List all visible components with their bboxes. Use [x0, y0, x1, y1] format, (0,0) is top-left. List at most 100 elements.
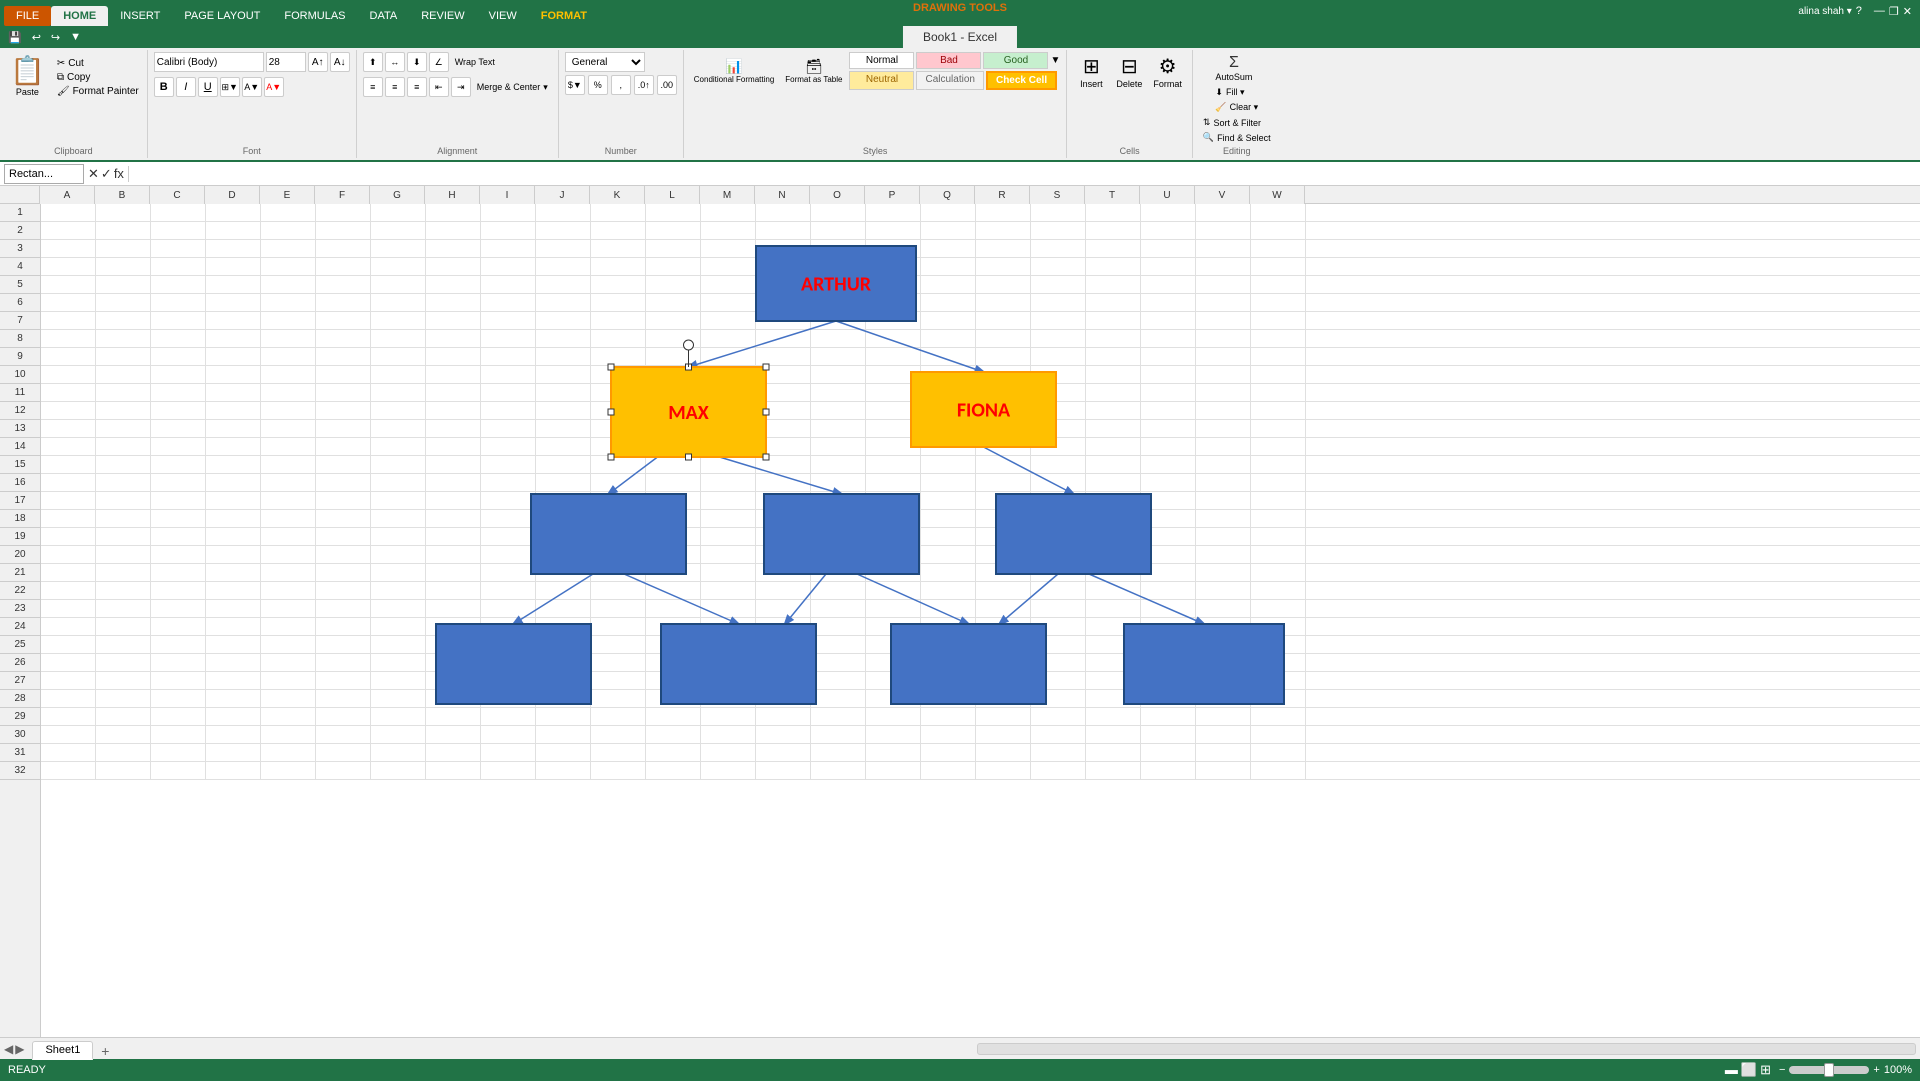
- cell-T30[interactable]: [1086, 726, 1141, 744]
- cell-E24[interactable]: [261, 618, 316, 636]
- cell-Q18[interactable]: [921, 510, 976, 528]
- cell-N32[interactable]: [756, 762, 811, 780]
- cell-D3[interactable]: [206, 240, 261, 258]
- cell-W27[interactable]: [1251, 672, 1306, 690]
- cell-D6[interactable]: [206, 294, 261, 312]
- cell-N13[interactable]: [756, 420, 811, 438]
- cell-R19[interactable]: [976, 528, 1031, 546]
- cell-O23[interactable]: [811, 600, 866, 618]
- cell-S28[interactable]: [1031, 690, 1086, 708]
- cell-G15[interactable]: [371, 456, 426, 474]
- cell-P30[interactable]: [866, 726, 921, 744]
- cell-T2[interactable]: [1086, 222, 1141, 240]
- cell-E30[interactable]: [261, 726, 316, 744]
- cell-R12[interactable]: [976, 402, 1031, 420]
- cell-M10[interactable]: [701, 366, 756, 384]
- save-btn[interactable]: 💾: [4, 29, 26, 46]
- cell-T31[interactable]: [1086, 744, 1141, 762]
- cell-C18[interactable]: [151, 510, 206, 528]
- cell-P11[interactable]: [866, 384, 921, 402]
- cell-A2[interactable]: [41, 222, 96, 240]
- cell-M32[interactable]: [701, 762, 756, 780]
- cell-F17[interactable]: [316, 492, 371, 510]
- cell-I9[interactable]: [481, 348, 536, 366]
- cell-T29[interactable]: [1086, 708, 1141, 726]
- merge-center-button[interactable]: Merge & Center ▾: [473, 81, 552, 94]
- cell-Q28[interactable]: [921, 690, 976, 708]
- close-btn[interactable]: ✕: [1903, 5, 1912, 18]
- normal-view-btn[interactable]: ▬: [1725, 1062, 1738, 1078]
- cell-C16[interactable]: [151, 474, 206, 492]
- cell-R15[interactable]: [976, 456, 1031, 474]
- cell-W18[interactable]: [1251, 510, 1306, 528]
- cell-T23[interactable]: [1086, 600, 1141, 618]
- cell-A30[interactable]: [41, 726, 96, 744]
- cell-K5[interactable]: [591, 276, 646, 294]
- cell-A28[interactable]: [41, 690, 96, 708]
- cell-V9[interactable]: [1196, 348, 1251, 366]
- cell-M26[interactable]: [701, 654, 756, 672]
- cell-E31[interactable]: [261, 744, 316, 762]
- col-header-N[interactable]: N: [755, 186, 810, 204]
- cell-U2[interactable]: [1141, 222, 1196, 240]
- cell-O12[interactable]: [811, 402, 866, 420]
- cell-E22[interactable]: [261, 582, 316, 600]
- name-box-input[interactable]: [4, 164, 84, 184]
- cell-J1[interactable]: [536, 204, 591, 222]
- cell-C27[interactable]: [151, 672, 206, 690]
- cell-C24[interactable]: [151, 618, 206, 636]
- cell-V20[interactable]: [1196, 546, 1251, 564]
- cell-W9[interactable]: [1251, 348, 1306, 366]
- cell-H13[interactable]: [426, 420, 481, 438]
- cell-H15[interactable]: [426, 456, 481, 474]
- cell-M27[interactable]: [701, 672, 756, 690]
- cell-Q21[interactable]: [921, 564, 976, 582]
- cell-T24[interactable]: [1086, 618, 1141, 636]
- clear-button[interactable]: 🧹 Clear ▾: [1211, 101, 1262, 114]
- cell-M6[interactable]: [701, 294, 756, 312]
- style-neutral[interactable]: Neutral: [849, 71, 914, 90]
- cell-C15[interactable]: [151, 456, 206, 474]
- horizontal-scrollbar[interactable]: [977, 1043, 1916, 1055]
- cell-H27[interactable]: [426, 672, 481, 690]
- cell-E21[interactable]: [261, 564, 316, 582]
- cell-A14[interactable]: [41, 438, 96, 456]
- cell-L13[interactable]: [646, 420, 701, 438]
- cell-U20[interactable]: [1141, 546, 1196, 564]
- cell-G6[interactable]: [371, 294, 426, 312]
- row-header-32[interactable]: 32: [0, 762, 40, 780]
- cell-M17[interactable]: [701, 492, 756, 510]
- cell-H22[interactable]: [426, 582, 481, 600]
- cell-P14[interactable]: [866, 438, 921, 456]
- select-all-btn[interactable]: [0, 186, 40, 203]
- cell-T32[interactable]: [1086, 762, 1141, 780]
- cell-Q29[interactable]: [921, 708, 976, 726]
- row-header-31[interactable]: 31: [0, 744, 40, 762]
- cell-W14[interactable]: [1251, 438, 1306, 456]
- cell-O31[interactable]: [811, 744, 866, 762]
- styles-expand-icon[interactable]: ▼: [1050, 55, 1060, 66]
- scroll-left-btn[interactable]: ◀: [4, 1042, 13, 1056]
- cell-J3[interactable]: [536, 240, 591, 258]
- cell-L4[interactable]: [646, 258, 701, 276]
- cell-M4[interactable]: [701, 258, 756, 276]
- cell-S10[interactable]: [1031, 366, 1086, 384]
- undo-btn[interactable]: ↩: [28, 29, 45, 46]
- cell-C9[interactable]: [151, 348, 206, 366]
- cell-C6[interactable]: [151, 294, 206, 312]
- cell-T7[interactable]: [1086, 312, 1141, 330]
- cell-I19[interactable]: [481, 528, 536, 546]
- cell-P22[interactable]: [866, 582, 921, 600]
- cell-V4[interactable]: [1196, 258, 1251, 276]
- cell-K1[interactable]: [591, 204, 646, 222]
- currency-btn[interactable]: $▼: [565, 75, 585, 95]
- cell-J26[interactable]: [536, 654, 591, 672]
- cell-N1[interactable]: [756, 204, 811, 222]
- cell-V28[interactable]: [1196, 690, 1251, 708]
- cell-U23[interactable]: [1141, 600, 1196, 618]
- cell-A15[interactable]: [41, 456, 96, 474]
- cell-B24[interactable]: [96, 618, 151, 636]
- col-header-G[interactable]: G: [370, 186, 425, 204]
- cell-L23[interactable]: [646, 600, 701, 618]
- cell-G32[interactable]: [371, 762, 426, 780]
